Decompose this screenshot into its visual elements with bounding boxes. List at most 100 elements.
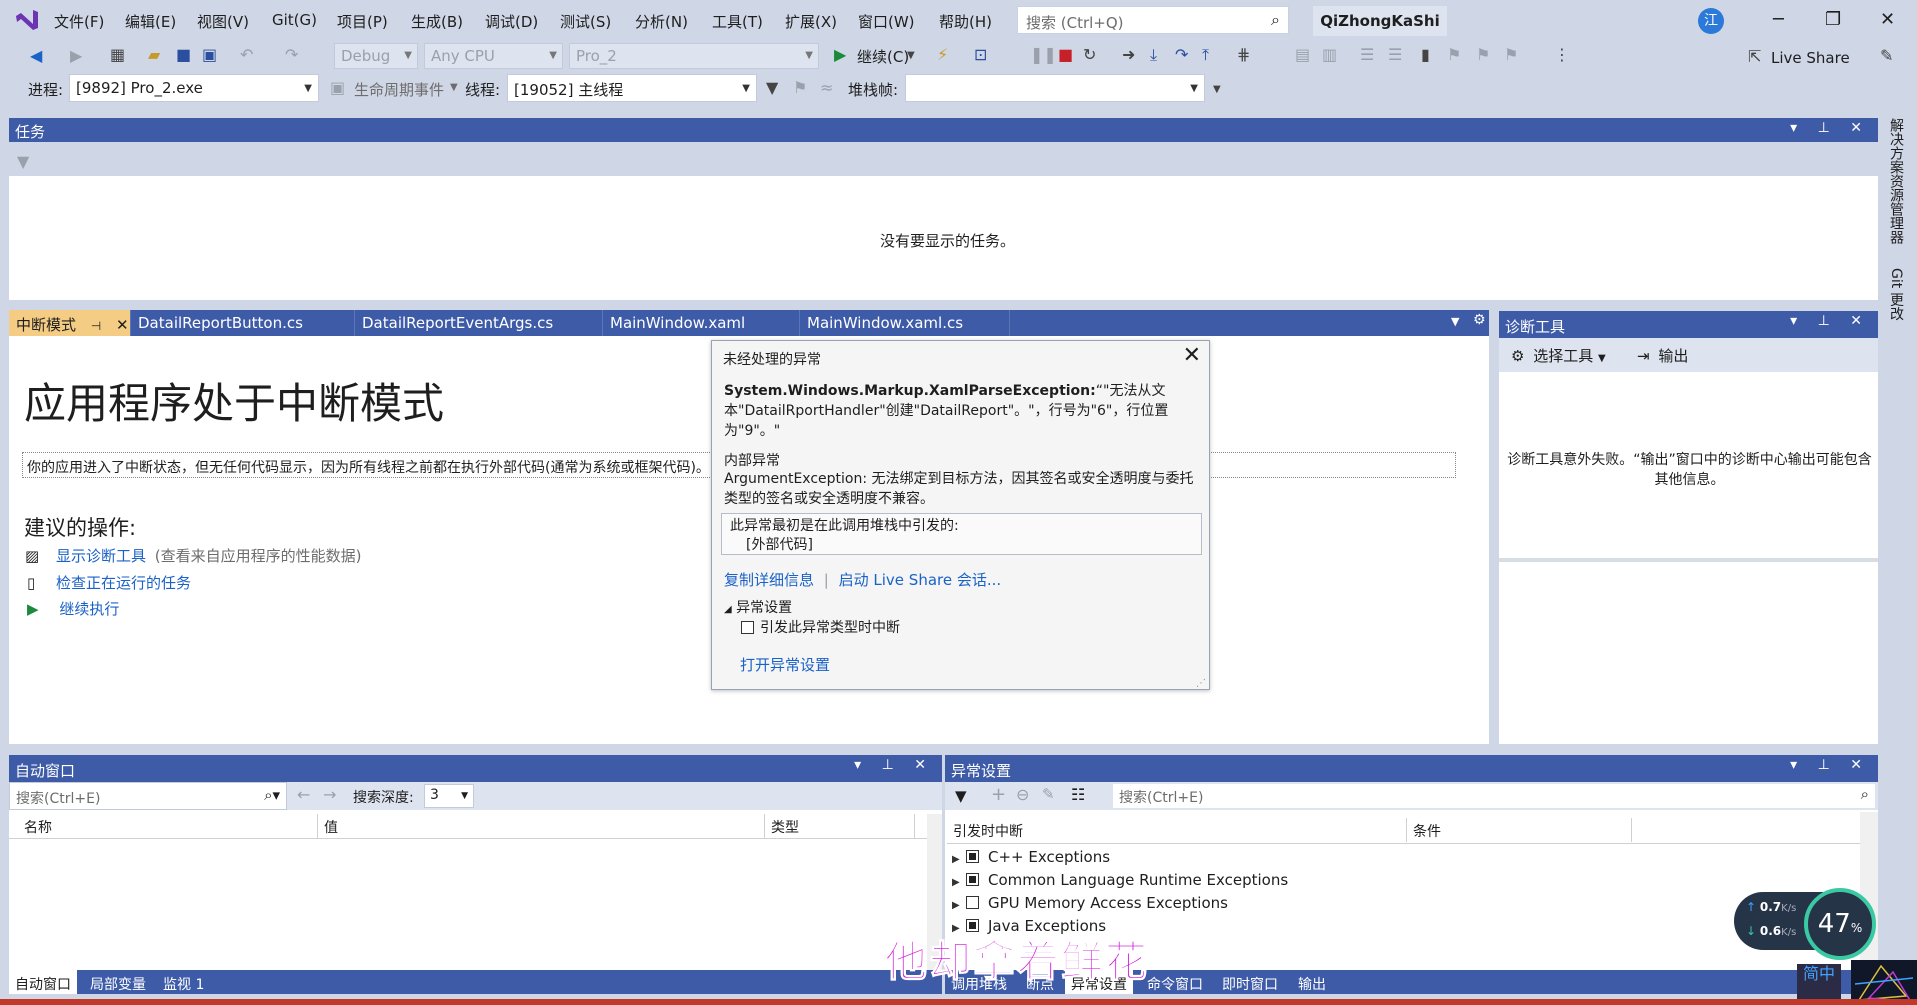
remove-icon[interactable]: ⊖: [1016, 785, 1029, 804]
filter-icon[interactable]: ▼: [955, 787, 967, 805]
show-diagnostic-tools-link[interactable]: 显示诊断工具: [56, 547, 146, 565]
tab-command-window[interactable]: 命令窗口: [1141, 970, 1209, 994]
menu-file[interactable]: 文件(F): [54, 11, 104, 32]
thread-toggle-icon[interactable]: ≈: [820, 78, 833, 97]
menu-project[interactable]: 项目(P): [337, 11, 388, 32]
toolbar-options-icon[interactable]: ▼: [1213, 84, 1221, 95]
outdent-icon[interactable]: ☰: [1388, 45, 1402, 64]
next-bookmark-icon[interactable]: ⚑: [1476, 45, 1490, 64]
platform-select[interactable]: Any CPU ▼: [424, 43, 563, 69]
back-icon[interactable]: ◀: [30, 46, 42, 65]
show-diagnostic-tools-action[interactable]: ▨ 显示诊断工具 (查看来自应用程序的性能数据): [25, 545, 361, 566]
menu-analyze[interactable]: 分析(N): [635, 11, 688, 32]
menu-git[interactable]: Git(G): [272, 11, 317, 29]
forward-icon[interactable]: ▶: [70, 46, 82, 65]
menu-debug[interactable]: 调试(D): [485, 11, 538, 32]
global-search-input[interactable]: 搜索 (Ctrl+Q) ⌕: [1017, 6, 1289, 34]
hot-reload-icon[interactable]: ⚡: [937, 45, 948, 64]
chevron-down-icon[interactable]: ▼: [450, 82, 458, 93]
clear-bookmarks-icon[interactable]: ⚑: [1504, 45, 1518, 64]
exception-category-row[interactable]: ▶ GPU Memory Access Exceptions: [952, 894, 1228, 912]
solution-explorer-side-tab[interactable]: 解决方案资源管理器: [1886, 118, 1906, 244]
open-folder-icon[interactable]: ▰: [148, 45, 160, 64]
tab-main-window-xaml[interactable]: MainWindow.xaml: [603, 310, 800, 336]
menu-tools[interactable]: 工具(T): [712, 11, 763, 32]
stack-frame-select[interactable]: ▼: [905, 74, 1205, 102]
exception-category-row[interactable]: ▶ C++ Exceptions: [952, 848, 1110, 866]
column-type[interactable]: 类型: [765, 814, 915, 838]
tab-watch-1[interactable]: 监视 1: [157, 970, 210, 994]
column-name[interactable]: 名称: [18, 814, 318, 838]
tab-output[interactable]: 输出: [1292, 970, 1332, 994]
column-value[interactable]: 值: [318, 814, 765, 838]
start-liveshare-link[interactable]: 启动 Live Share 会话...: [839, 571, 1002, 589]
tab-main-window-xaml-cs[interactable]: MainWindow.xaml.cs: [800, 310, 1010, 336]
category-checkbox[interactable]: [966, 873, 979, 886]
continue-button[interactable]: 继续(C): [857, 46, 909, 67]
filter-icon[interactable]: ▼: [766, 78, 778, 97]
flag-thread-icon[interactable]: ⚑: [793, 78, 807, 97]
copy-details-link[interactable]: 复制详细信息: [724, 571, 814, 589]
git-changes-side-tab[interactable]: Git 更改: [1886, 268, 1906, 321]
continue-execution-action[interactable]: ▶ 继续执行: [27, 598, 119, 619]
uncomment-icon[interactable]: ▥: [1322, 45, 1337, 64]
exception-category-row[interactable]: ▶ Common Language Runtime Exceptions: [952, 871, 1288, 889]
tab-immediate-window[interactable]: 即时窗口: [1216, 970, 1284, 994]
menu-extensions[interactable]: 扩展(X): [785, 11, 837, 32]
undo-icon[interactable]: ↶: [240, 45, 253, 64]
liveshare-button[interactable]: Live Share: [1771, 49, 1850, 67]
open-exception-settings-link[interactable]: 打开异常设置: [740, 654, 830, 675]
continue-execution-link[interactable]: 继续执行: [59, 600, 119, 618]
panel-controls-icon[interactable]: ▾ ⊥ ✕: [1790, 120, 1870, 136]
save-all-icon[interactable]: ▣: [202, 45, 217, 64]
step-into-icon[interactable]: ⤓: [1150, 45, 1157, 65]
auto-search-input[interactable]: 搜索(Ctrl+E) ⌕▾: [9, 782, 287, 810]
tab-break-mode[interactable]: 中断模式 ⊣ ✕: [9, 310, 131, 336]
tab-locals[interactable]: 局部变量: [84, 970, 152, 994]
menu-test[interactable]: 测试(S): [560, 11, 611, 32]
forward-icon[interactable]: →: [323, 785, 336, 804]
redo-icon[interactable]: ↷: [285, 45, 298, 64]
check-running-tasks-link[interactable]: 检查正在运行的任务: [56, 574, 191, 592]
add-icon[interactable]: +: [991, 784, 1006, 805]
menu-window[interactable]: 窗口(W): [858, 11, 915, 32]
exception-settings-section[interactable]: ◢ 异常设置: [724, 597, 792, 617]
thread-filter-icon[interactable]: ⋕: [1237, 45, 1250, 64]
restart-icon[interactable]: ↻: [1083, 45, 1096, 64]
toolbar-options-icon[interactable]: ⋮: [1554, 45, 1570, 64]
close-icon[interactable]: ✕: [116, 316, 129, 334]
expand-icon[interactable]: ▶: [952, 854, 966, 865]
tab-datail-report-event-args[interactable]: DatailReportEventArgs.cs: [355, 310, 603, 336]
exception-search-input[interactable]: 搜索(Ctrl+E) ⌕: [1113, 784, 1875, 808]
stop-icon[interactable]: ■: [1058, 45, 1073, 64]
play-icon[interactable]: ▶: [834, 45, 846, 64]
thread-select[interactable]: [19052] 主线程 ▼: [507, 74, 757, 102]
feedback-icon[interactable]: ✎: [1880, 46, 1893, 65]
config-select[interactable]: Debug ▼: [334, 43, 418, 69]
resize-grip-icon[interactable]: ⋰: [1196, 678, 1206, 689]
category-checkbox[interactable]: [966, 850, 979, 863]
panel-controls-icon[interactable]: ▾ ⊥ ✕: [1790, 757, 1870, 773]
prev-bookmark-icon[interactable]: ⚑: [1447, 45, 1461, 64]
search-icon[interactable]: ⌕: [1861, 785, 1869, 803]
select-tools-button[interactable]: ⚙ 选择工具 ▼: [1511, 345, 1606, 366]
visual-studio-logo-icon[interactable]: [14, 7, 40, 33]
menu-build[interactable]: 生成(B): [411, 11, 463, 32]
close-window-icon[interactable]: ✕: [1880, 9, 1895, 30]
checkbox-box[interactable]: [741, 621, 754, 634]
pause-icon[interactable]: ❚❚: [1030, 45, 1057, 64]
chevron-down-icon[interactable]: ▼: [907, 50, 915, 61]
step-over-icon[interactable]: ↷: [1175, 45, 1188, 64]
comment-icon[interactable]: ▤: [1295, 45, 1310, 64]
process-select[interactable]: [9892] Pro_2.exe ▼: [69, 74, 319, 102]
column-break-when-thrown[interactable]: 引发时中断: [947, 818, 1407, 842]
browser-link-icon[interactable]: ⊡: [974, 45, 987, 64]
tab-datail-report-button[interactable]: DatailReportButton.cs: [131, 310, 355, 336]
menu-help[interactable]: 帮助(H): [939, 11, 992, 32]
cpu-usage-gauge[interactable]: 47%: [1804, 888, 1876, 960]
expand-icon[interactable]: ▶: [952, 877, 966, 888]
tab-autos[interactable]: 自动窗口: [9, 970, 77, 994]
category-checkbox[interactable]: [966, 896, 979, 909]
step-out-icon[interactable]: ⤒: [1202, 45, 1209, 65]
diag-splitter[interactable]: [1499, 558, 1878, 562]
